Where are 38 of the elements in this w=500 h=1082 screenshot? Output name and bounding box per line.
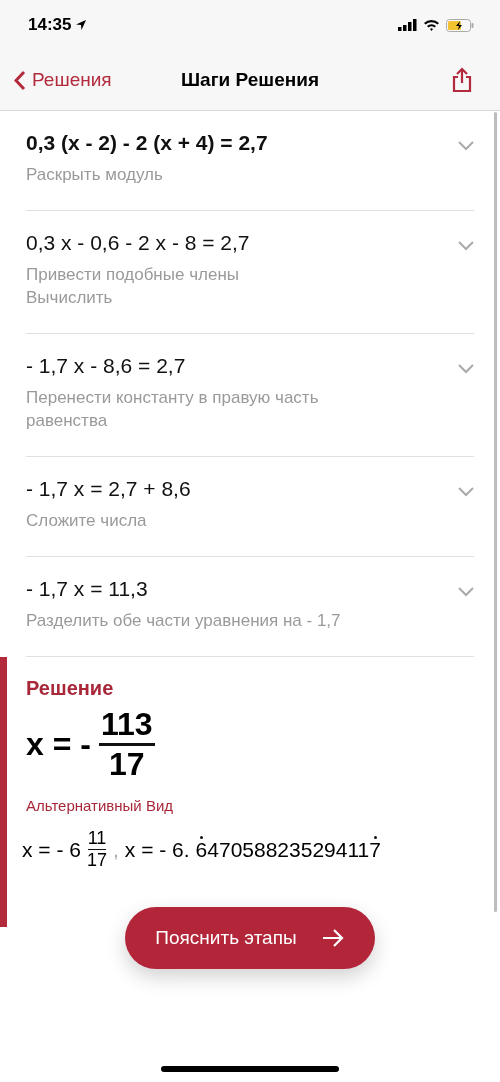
step-equation: 0,3 x - 0,6 - 2 x - 8 = 2,7 <box>26 231 251 255</box>
step-equation: - 1,7 x = 2,7 + 8,6 <box>26 477 192 501</box>
solution-heading: Решение <box>26 677 115 700</box>
clock-time: 14:35 <box>28 15 72 35</box>
step-description: Перенести константу в правую часть равенства <box>26 387 320 432</box>
solution-lhs: x = - <box>26 726 91 763</box>
decimal-lhs: x = - 6. <box>124 837 190 862</box>
chevron-down-icon[interactable] <box>458 587 474 597</box>
step-description: Привести подобные члены <box>26 264 240 286</box>
chevron-down-icon[interactable] <box>458 487 474 497</box>
step-equation: 0,3 (x - 2) - 2 (x + 4) = 2,7 <box>26 131 269 155</box>
alternative-form-heading: Альтернативный Вид <box>26 797 175 814</box>
explain-steps-button[interactable]: Пояснить этапы <box>125 907 375 969</box>
fraction-denominator: 17 <box>107 746 146 783</box>
step-description: Разделить обе части уравнения на - 1,7 <box>26 610 342 632</box>
step-description: Раскрыть модуль <box>26 164 164 186</box>
chevron-down-icon[interactable] <box>458 241 474 251</box>
fraction-numerator: 113 <box>98 706 155 746</box>
chevron-left-icon <box>14 69 26 91</box>
back-button[interactable]: Решения <box>14 69 112 91</box>
step-description: Сложите числа <box>26 510 148 532</box>
share-icon[interactable] <box>452 67 472 93</box>
signal-icon <box>398 19 417 31</box>
wifi-icon <box>423 19 440 31</box>
step-equation: - 1,7 x - 8,6 = 2,7 <box>26 354 187 378</box>
separator-comma: , <box>113 837 119 862</box>
step-equation: - 1,7 x = 11,3 <box>26 577 149 601</box>
chevron-down-icon[interactable] <box>458 141 474 151</box>
repeating-digits: 6470588235294117 <box>195 837 381 862</box>
location-arrow-icon <box>75 19 88 31</box>
battery-icon <box>446 18 474 32</box>
step-description: Вычислить <box>26 287 114 309</box>
fraction-denominator: 17 <box>86 850 107 871</box>
screen-title: Шаги Решения <box>181 69 319 91</box>
mixed-number-lhs: x = - 6 <box>22 837 81 862</box>
arrow-right-icon <box>320 928 345 948</box>
fraction-numerator: 11 <box>87 828 107 850</box>
chevron-down-icon[interactable] <box>458 364 474 374</box>
